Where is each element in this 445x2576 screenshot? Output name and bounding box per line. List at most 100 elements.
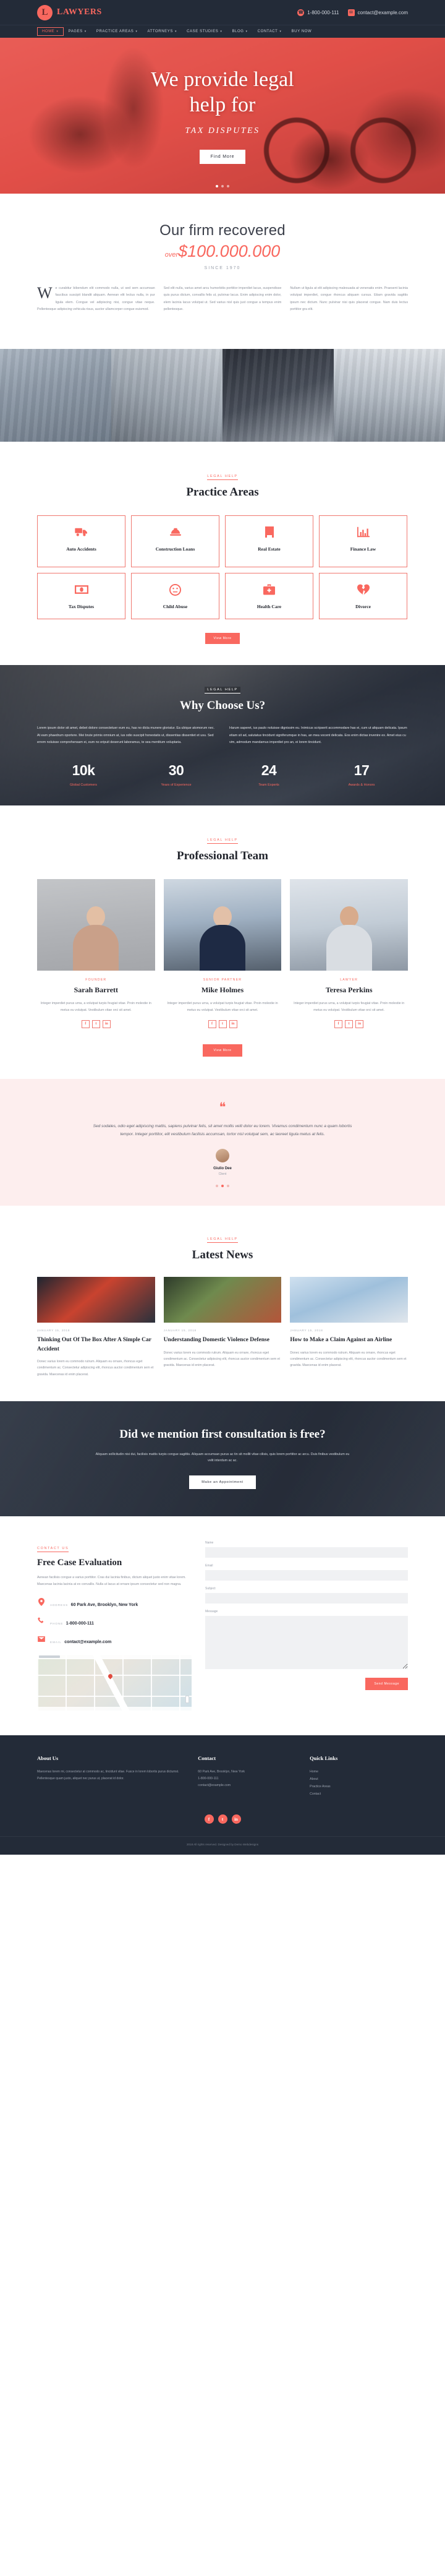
nav-item-contact[interactable]: CONTACT ▾ — [253, 27, 287, 36]
main-navigation: HOME ▾ PAGES ▾ PRACTICE AREAS ▾ ATTORNEY… — [0, 25, 445, 38]
news-post-image[interactable] — [290, 1277, 409, 1323]
practice-card-tax-disputes[interactable]: Tax Disputes — [37, 573, 125, 620]
nav-label: CONTACT — [257, 30, 278, 33]
nav-item-attorneys[interactable]: ATTORNEYS ▾ — [142, 27, 182, 36]
practice-card-real-estate[interactable]: Real Estate — [225, 515, 313, 568]
practice-card-child-abuse[interactable]: Child Abuse — [131, 573, 219, 620]
team-view-more-button[interactable]: View More — [203, 1044, 242, 1057]
chevron-down-icon: ▾ — [245, 30, 248, 33]
truck-icon — [41, 525, 121, 539]
practice-cards-grid: Auto Accidents Construction Loans Real E… — [37, 515, 408, 620]
footer-phone[interactable]: 1-800-000-111 — [198, 1777, 218, 1780]
testimonial-dot-1[interactable] — [216, 1185, 218, 1188]
testimonial-dot-3[interactable] — [227, 1185, 229, 1188]
why-text-1: Lorem ipsum dolor sit amet, debet dolore… — [37, 726, 215, 745]
recovered-amount: $100.000.000 — [178, 242, 281, 260]
linkedin-icon[interactable]: in — [231, 1814, 241, 1824]
recovered-text-3: Nullam ut ligula at elit adipiscing male… — [290, 286, 409, 312]
header-email[interactable]: ✉ contact@example.com — [347, 9, 408, 16]
practice-card-health-care[interactable]: Health Care — [225, 573, 313, 620]
team-member-photo[interactable] — [37, 879, 155, 971]
why-title: Why Choose Us? — [179, 699, 266, 713]
name-field[interactable] — [205, 1547, 408, 1558]
news-post-image[interactable] — [37, 1277, 155, 1323]
team-member-photo[interactable] — [163, 879, 282, 971]
facebook-icon[interactable]: f — [204, 1814, 214, 1824]
hero-find-more-button[interactable]: Find More — [199, 149, 246, 164]
gallery-image-conference-room[interactable] — [222, 349, 334, 442]
footer-columns: About Us Maecenas lorem mi, consectetur … — [37, 1755, 408, 1798]
header-phone[interactable]: ☎ 1-800-000-111 — [297, 9, 339, 16]
hero-dot-1[interactable] — [216, 185, 218, 187]
footer-copyright: 2018 All rights reserved. Designed by De… — [0, 1836, 445, 1855]
nav-item-practice-areas[interactable]: PRACTICE AREAS ▾ — [91, 27, 143, 36]
linkedin-icon[interactable]: in — [355, 1020, 364, 1028]
footer-link-practice-areas[interactable]: Practice Areas — [310, 1784, 408, 1791]
nav-label: ATTORNEYS — [147, 30, 173, 33]
footer-link-about[interactable]: About — [310, 1776, 408, 1784]
footer-email[interactable]: contact@example.com — [198, 1784, 231, 1787]
twitter-icon[interactable]: t — [345, 1020, 354, 1028]
contact-info-email: EMAIL contact@example.com — [37, 1635, 192, 1646]
person-body — [73, 925, 119, 971]
team-member-name: Sarah Barrett — [74, 985, 119, 995]
hero-dot-3[interactable] — [227, 185, 229, 187]
email-field[interactable] — [205, 1570, 408, 1581]
nav-item-home[interactable]: HOME ▾ — [37, 27, 64, 36]
practice-areas-section: LEGAL HELP Practice Areas Auto Accidents… — [0, 442, 445, 665]
footer-about-text: Maecenas lorem mi, consectetur at commod… — [37, 1770, 179, 1780]
news-post-title[interactable]: How to Make a Claim Against an Airline — [290, 1336, 408, 1344]
stat-value: 24 — [261, 762, 277, 779]
team-eyebrow: LEGAL HELP — [207, 838, 238, 844]
practice-card-label: Health Care — [256, 604, 282, 610]
team-title: Professional Team — [177, 849, 268, 863]
practice-view-more-button[interactable]: View More — [205, 633, 240, 645]
news-post-date: JANUARY 15, 2018 — [163, 1329, 197, 1333]
make-appointment-button[interactable]: Make an Appointment — [189, 1475, 256, 1490]
linkedin-icon[interactable]: in — [102, 1020, 111, 1028]
practice-card-auto-accidents[interactable]: Auto Accidents — [37, 515, 125, 568]
nav-item-buy-now[interactable]: BUY NOW — [287, 27, 317, 36]
gallery-image-office-lobby[interactable] — [111, 349, 222, 442]
message-field[interactable] — [205, 1616, 408, 1670]
hero-dot-2[interactable] — [221, 185, 224, 187]
contact-info-text: ADDRESS 60 Park Ave, Brooklyn, New York — [50, 1598, 138, 1609]
contact-info-label: EMAIL — [50, 1641, 62, 1644]
news-post-image[interactable] — [163, 1277, 282, 1323]
nav-item-pages[interactable]: PAGES ▾ — [64, 27, 91, 36]
send-message-button[interactable]: Send Message — [365, 1678, 408, 1691]
practice-card-construction-loans[interactable]: Construction Loans — [131, 515, 219, 568]
twitter-icon[interactable]: t — [218, 1814, 227, 1824]
facebook-icon[interactable]: f — [334, 1020, 343, 1028]
map-search-bar[interactable] — [37, 1654, 192, 1660]
linkedin-icon[interactable]: in — [229, 1020, 237, 1028]
nav-item-blog[interactable]: BLOG ▾ — [227, 27, 252, 36]
site-logo[interactable]: L LAWYERS — [37, 4, 102, 20]
twitter-icon[interactable]: t — [91, 1020, 100, 1028]
map-tiles — [37, 1654, 192, 1711]
news-post-title[interactable]: Thinking Out Of The Box After A Simple C… — [37, 1336, 155, 1354]
practice-card-label: Finance Law — [350, 546, 376, 552]
footer-link-contact[interactable]: Contact — [310, 1791, 408, 1798]
why-columns: Lorem ipsum dolor sit amet, debet dolore… — [37, 725, 408, 746]
news-post-title[interactable]: Understanding Domestic Violence Defense — [164, 1336, 282, 1344]
location-map[interactable] — [37, 1654, 192, 1711]
nav-item-case-studies[interactable]: CASE STUDIES ▾ — [182, 27, 227, 36]
team-member-photo[interactable] — [290, 879, 409, 971]
gallery-image-building-exterior[interactable] — [0, 349, 111, 442]
facebook-icon[interactable]: f — [81, 1020, 90, 1028]
footer-link-home[interactable]: Home — [310, 1769, 408, 1776]
gallery-image-meeting-table[interactable] — [334, 349, 445, 442]
practice-card-finance-law[interactable]: Finance Law — [319, 515, 407, 568]
subject-field[interactable] — [205, 1593, 408, 1604]
person-silhouette — [73, 906, 119, 971]
facebook-icon[interactable]: f — [208, 1020, 216, 1028]
nav-label: PAGES — [68, 30, 83, 33]
practice-card-divorce[interactable]: Divorce — [319, 573, 407, 620]
practice-card-label: Tax Disputes — [68, 604, 95, 610]
map-zoom-controls[interactable] — [185, 1696, 189, 1704]
twitter-icon[interactable]: t — [218, 1020, 227, 1028]
news-post-2: JANUARY 15, 2018 Understanding Domestic … — [163, 1277, 282, 1378]
testimonial-dot-2[interactable] — [221, 1185, 224, 1188]
team-member-name: Mike Holmes — [201, 985, 244, 995]
